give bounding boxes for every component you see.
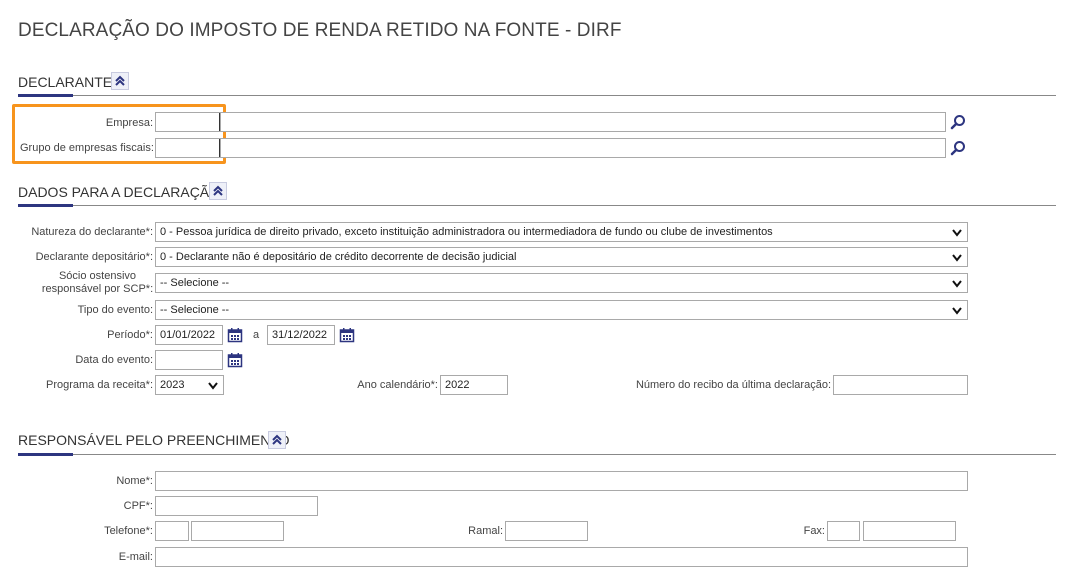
- empresa-search-button[interactable]: [949, 113, 967, 131]
- socio-select[interactable]: -- Selecione --: [155, 273, 968, 293]
- periodo-separator: a: [252, 329, 260, 341]
- chevron-up-double-icon: [272, 434, 282, 445]
- search-icon: [950, 141, 965, 156]
- data-evento-calendar-button[interactable]: [226, 351, 244, 369]
- email-label: E-mail:: [118, 551, 153, 563]
- grupo-label: Grupo de empresas fiscais:: [20, 142, 154, 154]
- tipo-evento-value: -- Selecione --: [160, 304, 230, 316]
- section-divider: [18, 205, 1056, 206]
- section-title-dados: DADOS PARA A DECLARAÇÃO: [18, 184, 221, 200]
- collapse-responsavel-button[interactable]: [268, 431, 286, 449]
- periodo-end-calendar-button[interactable]: [338, 326, 356, 344]
- telefone-ddd-input[interactable]: [155, 521, 189, 541]
- section-accent: [18, 453, 73, 456]
- collapse-dados-button[interactable]: [209, 182, 227, 200]
- socio-value: -- Selecione --: [160, 277, 230, 289]
- calendar-icon: [227, 353, 243, 368]
- socio-label: Sócio ostensivo responsável por SCP*:: [40, 270, 155, 296]
- fax-ddd-input[interactable]: [827, 521, 860, 541]
- calendar-icon: [339, 328, 355, 343]
- programa-select[interactable]: 2023: [155, 375, 224, 395]
- ano-input[interactable]: 2022: [440, 375, 508, 395]
- natureza-select[interactable]: 0 - Pessoa jurídica de direito privado, …: [155, 222, 968, 242]
- tipo-evento-select[interactable]: -- Selecione --: [155, 300, 968, 320]
- cpf-input[interactable]: [155, 496, 318, 516]
- grupo-name-input[interactable]: [220, 138, 946, 158]
- ano-label: Ano calendário*:: [357, 379, 438, 391]
- natureza-label: Natureza do declarante*:: [31, 226, 153, 238]
- section-divider: [18, 454, 1056, 455]
- ramal-input[interactable]: [505, 521, 588, 541]
- tipo-evento-label: Tipo do evento:: [77, 304, 153, 316]
- chevron-down-icon: [952, 254, 962, 262]
- periodo-start-calendar-button[interactable]: [226, 326, 244, 344]
- depositario-value: 0 - Declarante não é depositário de créd…: [160, 251, 517, 263]
- chevron-down-icon: [208, 382, 218, 390]
- recibo-input[interactable]: [833, 375, 968, 395]
- data-evento-input[interactable]: [155, 350, 223, 370]
- periodo-label: Período*:: [107, 329, 153, 341]
- recibo-label: Número do recibo da última declaração:: [635, 379, 831, 391]
- empresa-code-input[interactable]: [155, 112, 220, 132]
- telefone-number-input[interactable]: [191, 521, 284, 541]
- grupo-search-button[interactable]: [949, 139, 967, 157]
- section-divider: [18, 95, 1056, 96]
- depositario-label: Declarante depositário*:: [35, 251, 153, 263]
- periodo-start-input[interactable]: 01/01/2022: [155, 325, 223, 345]
- periodo-end-input[interactable]: 31/12/2022: [267, 325, 335, 345]
- fax-label: Fax:: [803, 525, 825, 537]
- cpf-label: CPF*:: [123, 500, 153, 512]
- search-icon: [950, 115, 965, 130]
- calendar-icon: [227, 328, 243, 343]
- programa-label: Programa da receita*:: [46, 379, 153, 391]
- section-title-responsavel: RESPONSÁVEL PELO PREENCHIMENTO: [18, 432, 290, 448]
- socio-label-line2: responsável por SCP*:: [41, 283, 154, 295]
- depositario-select[interactable]: 0 - Declarante não é depositário de créd…: [155, 247, 968, 267]
- natureza-value: 0 - Pessoa jurídica de direito privado, …: [160, 226, 773, 238]
- telefone-label: Telefone*:: [104, 525, 153, 537]
- page-title: DECLARAÇÃO DO IMPOSTO DE RENDA RETIDO NA…: [18, 20, 622, 41]
- fax-number-input[interactable]: [863, 521, 956, 541]
- nome-label: Nome*:: [116, 475, 153, 487]
- programa-value: 2023: [160, 379, 185, 391]
- empresa-label: Empresa:: [105, 117, 153, 129]
- chevron-up-double-icon: [213, 185, 223, 196]
- data-evento-label: Data do evento:: [75, 354, 153, 366]
- section-accent: [18, 94, 73, 97]
- empresa-name-input[interactable]: [220, 112, 946, 132]
- email-input[interactable]: [155, 547, 968, 567]
- chevron-down-icon: [952, 280, 962, 288]
- grupo-code-input[interactable]: [155, 138, 220, 158]
- chevron-up-double-icon: [115, 75, 125, 86]
- section-title-declarante: DECLARANTE: [18, 74, 113, 90]
- collapse-declarante-button[interactable]: [111, 72, 129, 90]
- socio-label-line1: Sócio ostensivo: [58, 270, 137, 282]
- chevron-down-icon: [952, 229, 962, 237]
- chevron-down-icon: [952, 307, 962, 315]
- section-accent: [18, 204, 73, 207]
- nome-input[interactable]: [155, 471, 968, 491]
- ramal-label: Ramal:: [468, 525, 503, 537]
